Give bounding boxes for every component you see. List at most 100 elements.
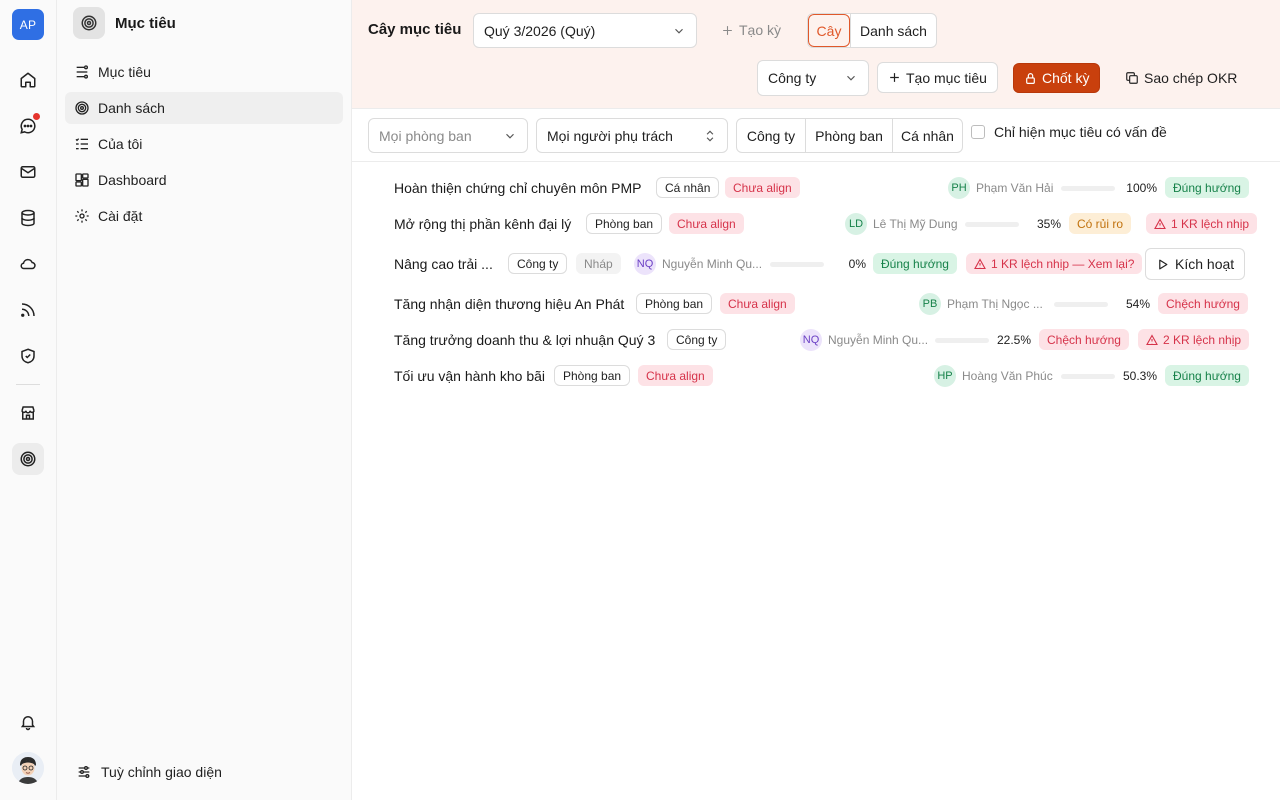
goal-row[interactable]: Mở rộng thị phần kênh đại lý Phòng ban C… [352, 208, 1280, 240]
sidebar-item-label: Của tôi [98, 136, 143, 152]
owner-filter[interactable]: Mọi người phụ trách [536, 118, 728, 153]
goal-row[interactable]: Nâng cao trải ... Công ty Nháp NQ Nguyễn… [352, 248, 1280, 280]
progress-bar [1061, 374, 1115, 379]
plus-icon [721, 24, 734, 37]
page-title: Cây mục tiêu [368, 21, 462, 38]
notification-dot [33, 113, 40, 120]
avatar: NQ [800, 329, 822, 351]
rail-divider [16, 384, 40, 385]
checklist-icon [74, 136, 90, 152]
customize-ui-button[interactable]: Tuỳ chỉnh giao diện [76, 764, 222, 780]
store-icon[interactable] [12, 397, 44, 429]
home-icon[interactable] [12, 64, 44, 96]
period-select-value: Quý 3/2026 (Quý) [484, 22, 596, 39]
mail-icon[interactable] [12, 156, 44, 188]
avatar: LD [845, 213, 867, 235]
avatar: NQ [634, 253, 656, 275]
goal-title[interactable]: Mở rộng thị phần kênh đại lý [394, 216, 571, 232]
progress-percent: 22.5% [996, 333, 1031, 347]
database-icon[interactable] [12, 202, 44, 234]
copy-okr-button[interactable]: Sao chép OKR [1115, 62, 1247, 93]
issues-only-label: Chỉ hiện mục tiêu có vấn đề [994, 124, 1167, 140]
shield-icon[interactable] [12, 340, 44, 372]
chevron-down-icon [503, 129, 517, 143]
kr-warning-badge[interactable]: 2 KR lệch nhịp [1138, 329, 1250, 350]
tab-tree-view[interactable]: Cây [808, 14, 850, 47]
progress-percent: 100% [1126, 181, 1157, 195]
goal-title[interactable]: Tăng nhận diện thương hiệu An Phát [394, 296, 624, 312]
owner: PH Phạm Văn Hải [948, 177, 1053, 199]
activate-label: Kích hoạt [1175, 256, 1235, 272]
issues-only-checkbox[interactable]: Chỉ hiện mục tiêu có vấn đề [971, 124, 1167, 140]
level-badge: Phòng ban [636, 293, 713, 314]
goal-row[interactable]: Hoàn thiện chứng chỉ chuyên môn PMP Cá n… [352, 172, 1280, 204]
kr-warning-badge[interactable]: 1 KR lệch nhịp — Xem lại? [966, 253, 1143, 274]
workspace-logo[interactable]: AP [12, 9, 44, 40]
owner-filter-value: Mọi người phụ trách [547, 127, 673, 144]
avatar: PH [948, 177, 970, 199]
sidebar-item-goals[interactable]: Mục tiêu [65, 56, 343, 88]
goal-title[interactable]: Nâng cao trải ... [394, 256, 493, 272]
progress-bar [935, 338, 989, 343]
chat-icon[interactable] [12, 110, 44, 142]
lock-period-button[interactable]: Chốt kỳ [1013, 63, 1101, 93]
kr-warning-badge[interactable]: 1 KR lệch nhịp [1146, 213, 1258, 234]
owner-name: Lê Thị Mỹ Dung [873, 217, 958, 231]
sidebar-item-label: Mục tiêu [98, 64, 151, 80]
period-select[interactable]: Quý 3/2026 (Quý) [473, 13, 697, 48]
owner: LD Lê Thị Mỹ Dung [845, 213, 958, 235]
level-filter-department[interactable]: Phòng ban [805, 119, 892, 152]
kr-warning-label: 1 KR lệch nhịp [1171, 216, 1250, 231]
level-badge: Phòng ban [554, 365, 631, 386]
bell-icon[interactable] [12, 706, 44, 738]
owner-name: Phạm Văn Hải [976, 181, 1054, 195]
level-filter-company[interactable]: Công ty [737, 119, 805, 152]
create-period-button[interactable]: Tạo kỳ [721, 14, 781, 46]
goals-icon [74, 64, 90, 80]
align-badge: Chưa align [725, 177, 800, 198]
target-icon[interactable] [12, 443, 44, 475]
activate-button[interactable]: Kích hoạt [1145, 248, 1246, 280]
main-content: Cây mục tiêu Quý 3/2026 (Quý) Tạo kỳ Cây… [352, 0, 1280, 800]
level-badge: Cá nhân [656, 177, 720, 198]
user-avatar[interactable] [12, 752, 44, 784]
create-goal-button[interactable]: Tạo mục tiêu [877, 62, 998, 93]
progress-bar [770, 262, 824, 267]
goal-row[interactable]: Tăng nhận diện thương hiệu An Phát Phòng… [352, 288, 1280, 320]
goal-title[interactable]: Hoàn thiện chứng chỉ chuyên môn PMP [394, 180, 642, 196]
checkbox-box[interactable] [971, 125, 985, 139]
cloud-icon[interactable] [12, 248, 44, 280]
tab-list-view[interactable]: Danh sách [850, 14, 936, 47]
scope-select[interactable]: Công ty [757, 60, 869, 96]
sidebar-item-dashboard[interactable]: Dashboard [65, 164, 343, 196]
owner-name: Phạm Thị Ngọc ... [947, 297, 1043, 311]
level-filter-personal[interactable]: Cá nhân [892, 119, 962, 152]
target-icon [74, 100, 90, 116]
goal-title[interactable]: Tối ưu vận hành kho bãi [394, 368, 545, 384]
owner: NQ Nguyễn Minh Qu... [800, 329, 928, 351]
sidebar-item-list[interactable]: Danh sách [65, 92, 343, 124]
status-badge: Có rủi ro [1069, 213, 1132, 234]
level-filter: Công ty Phòng ban Cá nhân [736, 118, 963, 153]
kr-warning-label: 2 KR lệch nhịp [1163, 332, 1242, 347]
owner: HP Hoàng Văn Phúc [934, 365, 1053, 387]
goal-row[interactable]: Tăng trưởng doanh thu & lợi nhuận Quý 3 … [352, 324, 1280, 356]
sidebar-item-settings[interactable]: Cài đặt [65, 200, 343, 232]
level-badge: Công ty [667, 329, 727, 350]
progress-percent: 50.3% [1122, 369, 1157, 383]
department-filter[interactable]: Mọi phòng ban [368, 118, 528, 153]
play-icon [1156, 258, 1169, 271]
status-badge: Chệch hướng [1158, 293, 1248, 314]
sidebar-item-mine[interactable]: Của tôi [65, 128, 343, 160]
goal-row[interactable]: Tối ưu vận hành kho bãi Phòng ban Chưa a… [352, 360, 1280, 392]
alert-triangle-icon [1146, 333, 1158, 346]
goal-title[interactable]: Tăng trưởng doanh thu & lợi nhuận Quý 3 [394, 332, 655, 348]
owner-name: Nguyễn Minh Qu... [662, 257, 763, 271]
feed-icon[interactable] [12, 294, 44, 326]
icon-rail: AP [0, 0, 57, 800]
progress-bar [965, 222, 1019, 227]
chevron-down-icon [672, 24, 686, 38]
sidebar-title: Mục tiêu [115, 14, 176, 32]
filter-bar: Mọi phòng ban Mọi người phụ trách Công t… [352, 109, 1280, 162]
alert-triangle-icon [974, 257, 986, 270]
